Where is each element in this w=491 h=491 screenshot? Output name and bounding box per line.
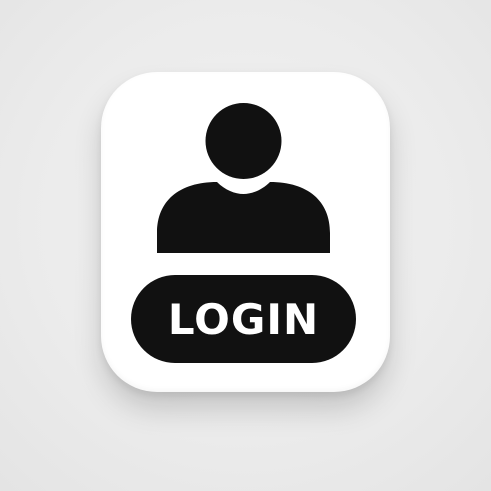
login-button-label: LOGIN [167,295,320,344]
login-button[interactable]: LOGIN [131,275,356,363]
user-icon [157,103,330,253]
canvas: LOGIN [0,0,491,491]
